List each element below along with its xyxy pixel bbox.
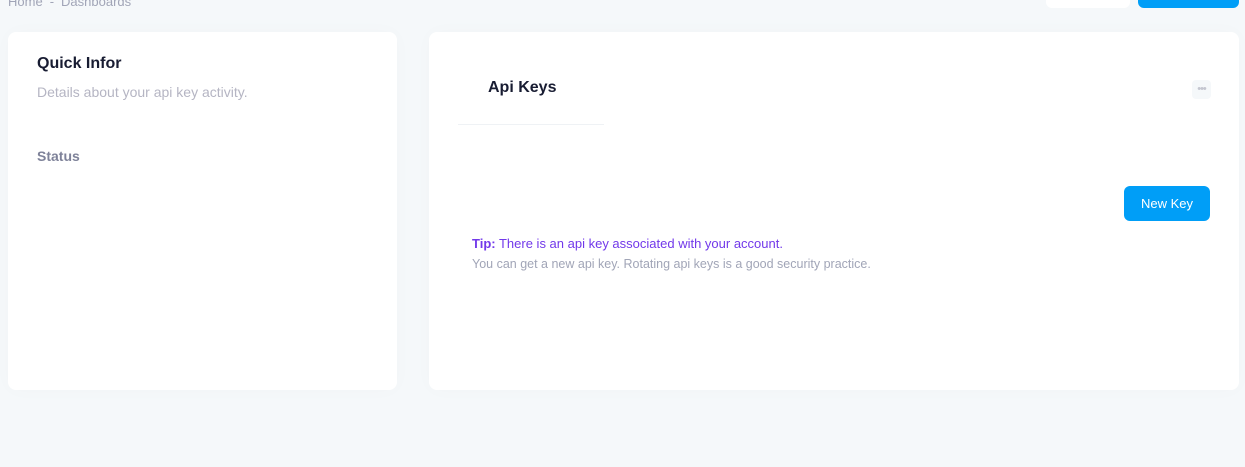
quick-info-card: Quick Infor Details about your api key a… <box>8 32 397 390</box>
breadcrumb: Home - Dashboards <box>8 0 131 9</box>
tip-label: Tip: <box>472 236 496 251</box>
toolbar-primary-button[interactable] <box>1138 0 1239 8</box>
api-keys-title: Api Keys <box>488 79 557 96</box>
quick-info-title: Quick Infor <box>37 55 122 72</box>
breadcrumb-current: Dashboards <box>61 0 132 9</box>
quick-info-subtitle: Details about your api key activity. <box>37 84 248 100</box>
status-label: Status <box>37 148 80 164</box>
tip-message: Tip: There is an api key associated with… <box>472 236 783 251</box>
more-dots-icon: ••• <box>1197 83 1207 95</box>
tip-subtext: You can get a new api key. Rotating api … <box>472 257 871 271</box>
api-keys-tab-divider <box>458 124 604 125</box>
api-keys-card: Api Keys ••• New Key Tip: There is an ap… <box>429 32 1239 390</box>
card-menu-button[interactable]: ••• <box>1192 80 1211 99</box>
tip-text: There is an api key associated with your… <box>498 236 783 251</box>
toolbar-secondary-button[interactable] <box>1046 0 1130 8</box>
new-key-button[interactable]: New Key <box>1124 186 1210 221</box>
breadcrumb-separator: - <box>49 0 55 9</box>
breadcrumb-home[interactable]: Home <box>8 0 43 9</box>
